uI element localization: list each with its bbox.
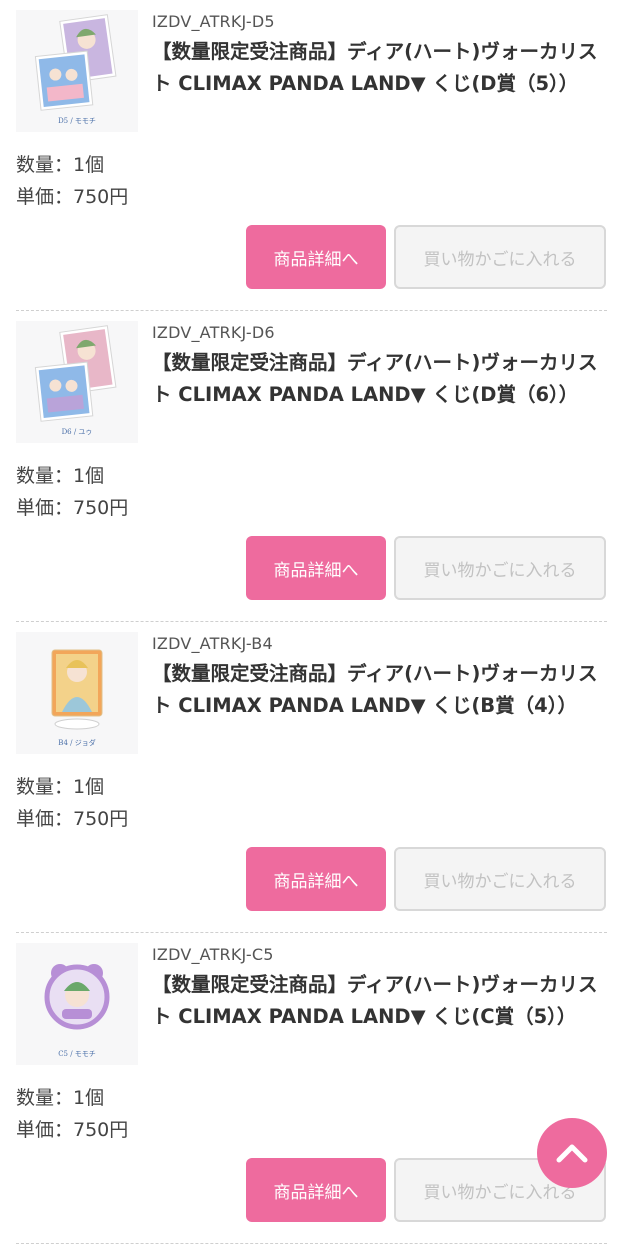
thumbnail-caption: C5 / モモチ [58,1050,96,1058]
product-thumbnail-art [44,964,110,1030]
product-title: 【数量限定受注商品】ディア(ハート)ヴォーカリスト CLIMAX PANDA L… [152,351,598,406]
scroll-to-top-button[interactable] [537,1118,607,1188]
cart-item-list: D5 / モモチ IZDV_ATRKJ-D5 【数量限定受注商品】ディア(ハート)ヴ… [0,0,623,1244]
product-code: IZDV_ATRKJ-C5 [152,945,274,964]
product-code: IZDV_ATRKJ-B4 [152,634,273,653]
thumbnail-caption: D6 / ユゥ [61,428,93,436]
quantity-text: 数量：1個 [16,465,105,487]
product-code: IZDV_ATRKJ-D6 [152,323,275,342]
product-thumbnail-art [34,325,117,422]
product-thumbnail[interactable]: D6 / ユゥ [16,321,138,443]
thumbnail-caption: D5 / モモチ [58,117,96,125]
product-thumbnail[interactable]: C5 / モモチ [16,943,138,1065]
unit-price-text: 単価：750円 [16,1119,129,1141]
cart-item: D6 / ユゥ IZDV_ATRKJ-D6 【数量限定受注商品】ディア(ハート)ヴォ… [16,311,607,622]
product-thumbnail-art [34,14,117,111]
add-to-cart-button[interactable]: 買い物かごに入れる [394,847,606,911]
chevron-up-icon [556,1144,588,1163]
product-detail-button[interactable]: 商品詳細へ [246,536,386,600]
quantity-text: 数量：1個 [16,154,105,176]
product-thumbnail[interactable]: B4 / ジョダ [16,632,138,754]
quantity-text: 数量：1個 [16,1087,105,1109]
unit-price-text: 単価：750円 [16,186,129,208]
product-code: IZDV_ATRKJ-D5 [152,12,275,31]
product-title: 【数量限定受注商品】ディア(ハート)ヴォーカリスト CLIMAX PANDA L… [152,40,598,95]
unit-price-text: 単価：750円 [16,808,129,830]
product-thumbnail[interactable]: D5 / モモチ [16,10,138,132]
cart-item: B4 / ジョダ IZDV_ATRKJ-B4 【数量限定受注商品】ディア(ハート)ヴ… [16,622,607,933]
add-to-cart-button[interactable]: 買い物かごに入れる [394,225,606,289]
thumbnail-caption: B4 / ジョダ [58,739,96,747]
cart-item: D5 / モモチ IZDV_ATRKJ-D5 【数量限定受注商品】ディア(ハート)ヴ… [16,0,607,311]
product-detail-button[interactable]: 商品詳細へ [246,225,386,289]
product-title: 【数量限定受注商品】ディア(ハート)ヴォーカリスト CLIMAX PANDA L… [152,973,598,1028]
product-title: 【数量限定受注商品】ディア(ハート)ヴォーカリスト CLIMAX PANDA L… [152,662,598,717]
product-detail-button[interactable]: 商品詳細へ [246,1158,386,1222]
cart-item: C5 / モモチ IZDV_ATRKJ-C5 【数量限定受注商品】ディア(ハート)ヴ… [16,933,607,1244]
product-detail-button[interactable]: 商品詳細へ [246,847,386,911]
product-thumbnail-art [51,649,103,730]
quantity-text: 数量：1個 [16,776,105,798]
add-to-cart-button[interactable]: 買い物かごに入れる [394,536,606,600]
unit-price-text: 単価：750円 [16,497,129,519]
